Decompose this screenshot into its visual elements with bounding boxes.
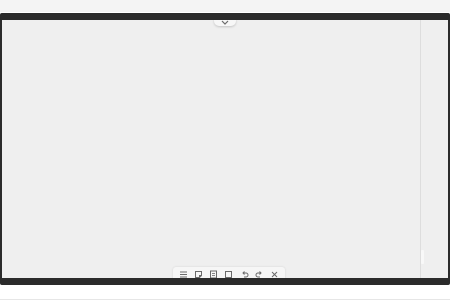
bottom-strip — [0, 287, 450, 303]
shape-button[interactable] — [223, 269, 234, 279]
top-pull-tab[interactable] — [214, 20, 236, 26]
menu-icon — [180, 271, 188, 277]
undo-button[interactable] — [239, 269, 250, 279]
redo-icon — [255, 270, 262, 277]
side-panel-divider — [420, 20, 421, 278]
chevron-down-icon — [221, 20, 229, 25]
menu-button[interactable] — [178, 269, 189, 279]
side-panel-handle[interactable] — [421, 250, 424, 264]
undo-icon — [241, 270, 249, 277]
whiteboard-canvas[interactable] — [2, 20, 448, 278]
whiteboard-screenshot — [0, 0, 450, 303]
note-icon — [195, 270, 203, 278]
close-button[interactable] — [269, 269, 280, 279]
top-strip — [0, 0, 450, 12]
bottom-toolbar — [173, 267, 285, 278]
square-icon — [225, 270, 233, 278]
note-button[interactable] — [193, 269, 204, 279]
bottom-divider — [0, 299, 450, 300]
document-icon — [210, 270, 218, 278]
close-icon — [271, 271, 278, 277]
redo-button[interactable] — [254, 269, 265, 279]
display-bezel — [0, 13, 450, 285]
document-button[interactable] — [208, 269, 219, 278]
